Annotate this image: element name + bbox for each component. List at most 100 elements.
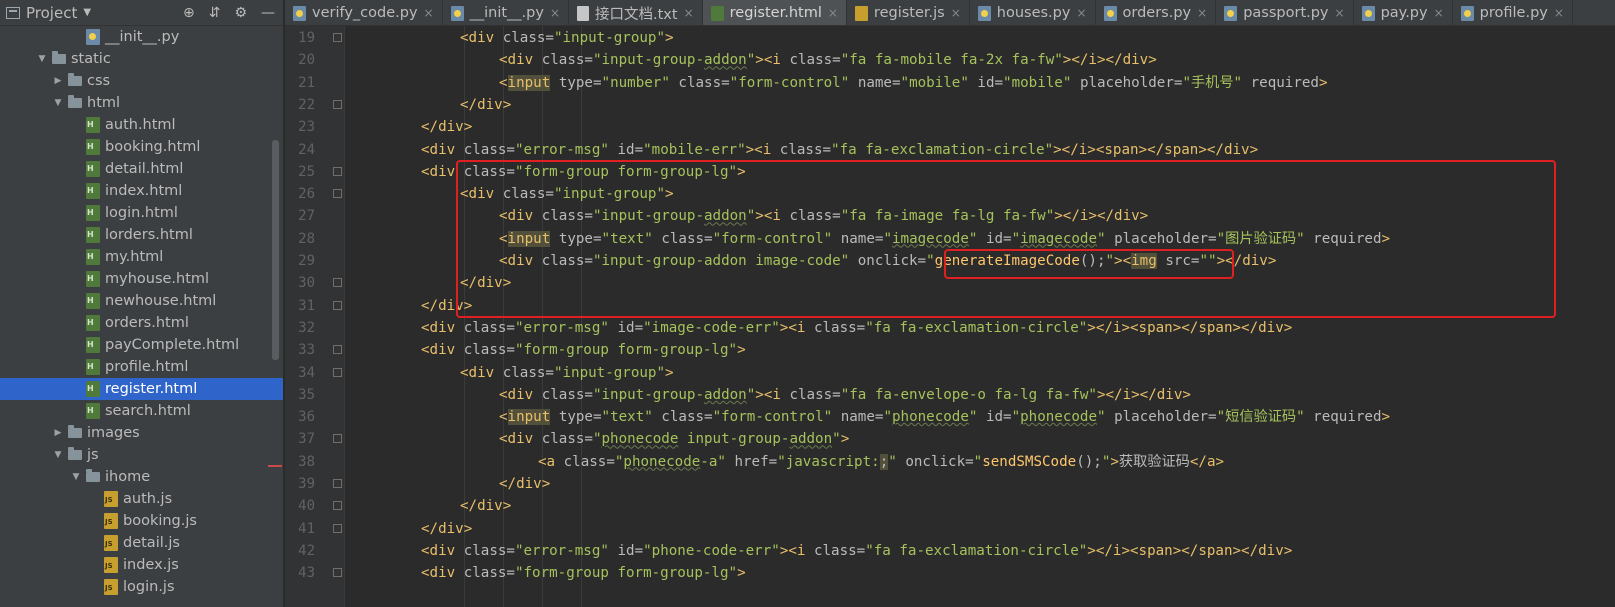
project-title[interactable]: Project [26, 4, 77, 22]
fold-marker-icon[interactable] [333, 99, 342, 109]
code-line[interactable]: <div class="input-group"> [460, 362, 674, 384]
sidebar-scrollbar[interactable] [272, 140, 279, 360]
close-icon[interactable]: × [684, 6, 694, 20]
fold-marker-icon[interactable] [333, 300, 342, 310]
fold-marker-icon[interactable] [333, 568, 342, 578]
code-line[interactable]: </div> [421, 116, 472, 138]
tab-register-html[interactable]: register.html × [702, 0, 847, 25]
tree-folder-static[interactable]: ▼ static [0, 48, 283, 70]
chevron-down-icon[interactable]: ▼ [36, 54, 48, 64]
code-line[interactable]: <div class="input-group-addon image-code… [499, 250, 1276, 272]
tree-file-detail-js[interactable]: detail.js [0, 532, 283, 554]
close-icon[interactable]: × [550, 6, 560, 20]
tab---init---py[interactable]: __init__.py × [443, 0, 569, 25]
code-editor[interactable]: 19 20 21 22 23 24 25 26 27 28 29 30 31 32 33 34 35 36 37 38… [285, 26, 1615, 607]
chevron-right-icon[interactable]: ▶ [52, 76, 64, 86]
code-line[interactable]: </div> [421, 295, 472, 317]
tree-folder-js[interactable]: ▼ js [0, 444, 283, 466]
code-line[interactable]: <div class="input-group"> [460, 27, 674, 49]
tab-houses-py[interactable]: houses.py × [970, 0, 1096, 25]
close-icon[interactable]: × [424, 6, 434, 20]
fold-marker-icon[interactable] [333, 479, 342, 488]
hide-panel-icon[interactable]: — [261, 5, 275, 21]
tree-folder-images[interactable]: ▶ images [0, 422, 283, 444]
tree-file-myhouse-html[interactable]: myhouse.html [0, 268, 283, 290]
chevron-down-icon[interactable]: ▼ [52, 450, 64, 460]
tree-file-login-js[interactable]: login.js [0, 576, 283, 598]
code-line[interactable]: <div class="form-group form-group-lg"> [421, 562, 746, 584]
code-line[interactable]: <div class="form-group form-group-lg"> [421, 339, 746, 361]
code-line[interactable]: <div class="error-msg" id="mobile-err"><… [421, 139, 1258, 161]
code-line[interactable]: </div> [421, 518, 472, 540]
tree-file-login-html[interactable]: login.html [0, 202, 283, 224]
tree-folder-css[interactable]: ▶ css [0, 70, 283, 92]
close-icon[interactable]: × [1197, 6, 1207, 20]
tab------txt[interactable]: 接口文档.txt × [569, 0, 703, 25]
code-line[interactable]: </div> [460, 495, 511, 517]
tree-file-detail-html[interactable]: detail.html [0, 158, 283, 180]
fold-marker-icon[interactable] [333, 367, 342, 377]
tree-folder-html[interactable]: ▼ html [0, 92, 283, 114]
code-line[interactable]: <div class="input-group-addon"><i class=… [499, 205, 1148, 227]
tree-file---init---py[interactable]: __init__.py [0, 26, 283, 48]
close-icon[interactable]: × [951, 6, 961, 20]
locate-icon[interactable]: ⊕ [183, 5, 195, 21]
code-area[interactable]: <div class="input-group"> <div class="inp… [345, 26, 1615, 607]
tab-profile-py[interactable]: profile.py × [1453, 0, 1573, 25]
tree-file-my-html[interactable]: my.html [0, 246, 283, 268]
chevron-down-icon[interactable]: ▼ [70, 472, 82, 482]
close-icon[interactable]: × [828, 6, 838, 20]
tree-file-index-html[interactable]: index.html [0, 180, 283, 202]
tab-register-js[interactable]: register.js × [847, 0, 970, 25]
tab-orders-py[interactable]: orders.py × [1096, 0, 1217, 25]
code-line[interactable]: <div class="input-group"> [460, 183, 674, 205]
tab-pay-py[interactable]: pay.py × [1354, 0, 1453, 25]
tree-file-auth-js[interactable]: auth.js [0, 488, 283, 510]
fold-marker-icon[interactable] [333, 166, 342, 176]
fold-marker-icon[interactable] [333, 501, 342, 511]
close-icon[interactable]: × [1554, 6, 1564, 20]
tree-file-search-html[interactable]: search.html [0, 400, 283, 422]
tree-file-lorders-html[interactable]: lorders.html [0, 224, 283, 246]
code-line[interactable]: <div class="error-msg" id="image-code-er… [421, 317, 1292, 339]
tree-file-paycomplete-html[interactable]: payComplete.html [0, 334, 283, 356]
code-line[interactable]: </div> [460, 94, 511, 116]
tree-file-booking-js[interactable]: booking.js [0, 510, 283, 532]
code-line[interactable]: <div class="input-group-addon"><i class=… [499, 49, 1157, 71]
code-line[interactable]: <div class="input-group-addon"><i class=… [499, 384, 1191, 406]
code-line[interactable]: <input type="text" class="form-control" … [499, 228, 1390, 250]
fold-marker-icon[interactable] [333, 278, 342, 288]
close-icon[interactable]: × [1434, 6, 1444, 20]
fold-marker-icon[interactable] [333, 345, 342, 355]
code-line[interactable]: <div class="error-msg" id="phone-code-er… [421, 540, 1292, 562]
close-icon[interactable]: × [1076, 6, 1086, 20]
code-line[interactable]: </div> [499, 473, 550, 495]
tree-folder-ihome[interactable]: ▼ ihome [0, 466, 283, 488]
fold-marker-icon[interactable] [333, 434, 342, 444]
chevron-right-icon[interactable]: ▶ [52, 428, 64, 438]
gear-icon[interactable]: ⚙ [234, 5, 247, 21]
fold-marker-icon[interactable] [333, 189, 342, 199]
code-line[interactable]: <a class= " phonecode-a" href="javascript:… [538, 451, 1224, 473]
fold-marker-icon[interactable] [333, 523, 342, 533]
tree-file-booking-html[interactable]: booking.html [0, 136, 283, 158]
collapse-all-icon[interactable]: ⇵ [209, 5, 221, 21]
tree-file-auth-html[interactable]: auth.html [0, 114, 283, 136]
code-line[interactable]: <div class="phonecode input-group-addon"… [499, 428, 849, 450]
tab-verify-code-py[interactable]: verify_code.py × [285, 0, 443, 25]
tree-file-index-js[interactable]: index.js [0, 554, 283, 576]
tree-file-register-html[interactable]: register.html [0, 378, 283, 400]
chevron-down-icon[interactable]: ▼ [83, 7, 91, 18]
fold-marker-icon[interactable] [333, 33, 342, 42]
close-icon[interactable]: × [1335, 6, 1345, 20]
code-line[interactable]: </div> [460, 272, 511, 294]
code-line[interactable]: <input type="text" class="form-control" … [499, 406, 1390, 428]
code-line[interactable]: <div class="form-group form-group-lg"> [421, 161, 746, 183]
python-file-icon [86, 29, 100, 45]
chevron-down-icon[interactable]: ▼ [52, 98, 64, 108]
tree-file-profile-html[interactable]: profile.html [0, 356, 283, 378]
tree-file-orders-html[interactable]: orders.html [0, 312, 283, 334]
tree-file-newhouse-html[interactable]: newhouse.html [0, 290, 283, 312]
code-line[interactable]: <input type="number" class="form-control… [499, 72, 1328, 94]
tab-passport-py[interactable]: passport.py × [1216, 0, 1354, 25]
